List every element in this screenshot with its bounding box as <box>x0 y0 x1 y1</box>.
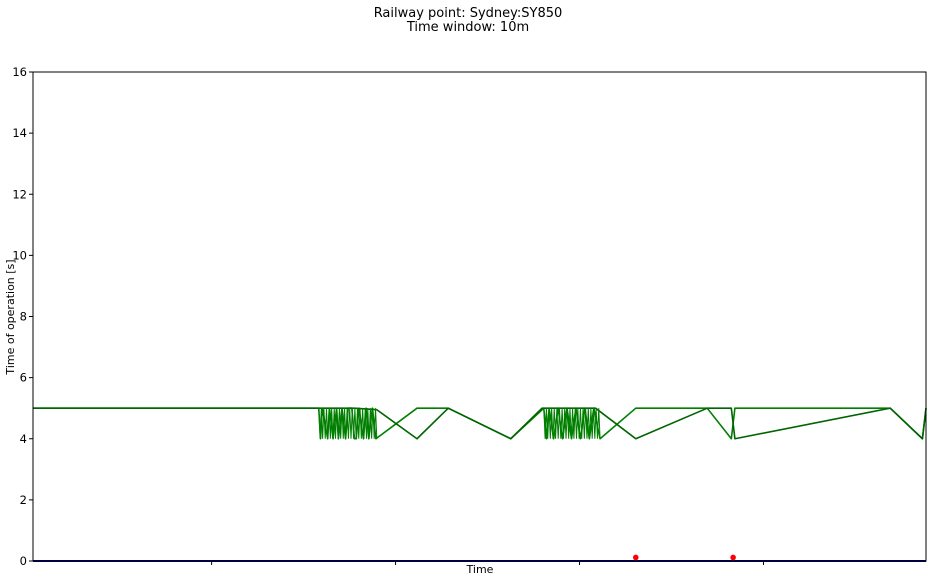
y-tick-label: 4 <box>20 432 27 446</box>
anomaly-point <box>632 554 639 561</box>
y-tick-label: 14 <box>12 126 27 140</box>
chart-canvas: 0246810121416 Time Time of operation [s] <box>4 65 927 576</box>
y-axis-label: Time of operation [s] <box>4 259 17 375</box>
y-tick-label: 8 <box>20 310 27 324</box>
anomaly-point <box>730 554 736 561</box>
y-tick-label: 0 <box>20 554 27 568</box>
plot-frame <box>32 71 927 562</box>
y-tick-label: 2 <box>20 493 27 507</box>
operation-time-trend <box>33 407 927 440</box>
y-tick-label: 6 <box>20 371 27 385</box>
y-tick-label: 16 <box>12 65 27 79</box>
y-tick-label: 12 <box>12 187 27 201</box>
x-axis-label: Time <box>466 563 494 576</box>
plot-area <box>33 407 927 562</box>
